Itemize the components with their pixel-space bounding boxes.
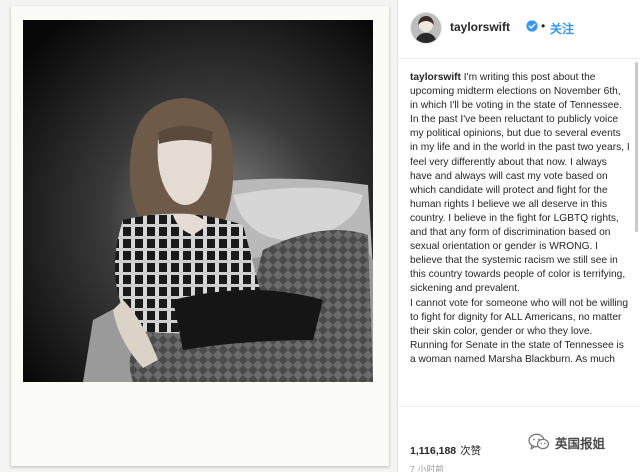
post-photo[interactable] xyxy=(23,20,373,382)
verified-badge-icon xyxy=(526,20,538,32)
username[interactable]: taylorswift xyxy=(450,20,510,34)
photo-illustration xyxy=(23,20,373,382)
caption-text: I'm writing this post about the upcoming… xyxy=(410,72,630,365)
photo-panel xyxy=(0,0,398,472)
caption-area: taylorswift I'm writing this post about … xyxy=(398,59,640,405)
caption-scrollbar[interactable] xyxy=(635,62,638,402)
post-header: taylorswift • 关注 xyxy=(398,0,640,59)
likes-count[interactable]: 1,116,188 次赞 xyxy=(410,443,481,458)
wechat-icon xyxy=(528,433,550,450)
caption: taylorswift I'm writing this post about … xyxy=(410,71,630,367)
polaroid-frame xyxy=(11,6,389,466)
likes-unit: 次赞 xyxy=(460,445,482,457)
instagram-post-screenshot: taylorswift • 关注 taylorswift I'm writing… xyxy=(0,0,640,472)
avatar-image xyxy=(411,13,441,43)
scrollbar-thumb[interactable] xyxy=(635,62,638,232)
follow-button[interactable]: 关注 xyxy=(550,20,574,37)
separator-dot: • xyxy=(541,19,546,33)
caption-username[interactable]: taylorswift xyxy=(410,72,461,83)
watermark-text: 英国报姐 xyxy=(555,436,606,451)
post-sidebar: taylorswift • 关注 taylorswift I'm writing… xyxy=(398,0,640,472)
avatar[interactable] xyxy=(410,12,442,44)
post-timestamp: 7 小时前 xyxy=(410,464,445,472)
likes-number: 1,116,188 xyxy=(410,445,457,457)
watermark: 英国报姐 xyxy=(528,430,605,454)
